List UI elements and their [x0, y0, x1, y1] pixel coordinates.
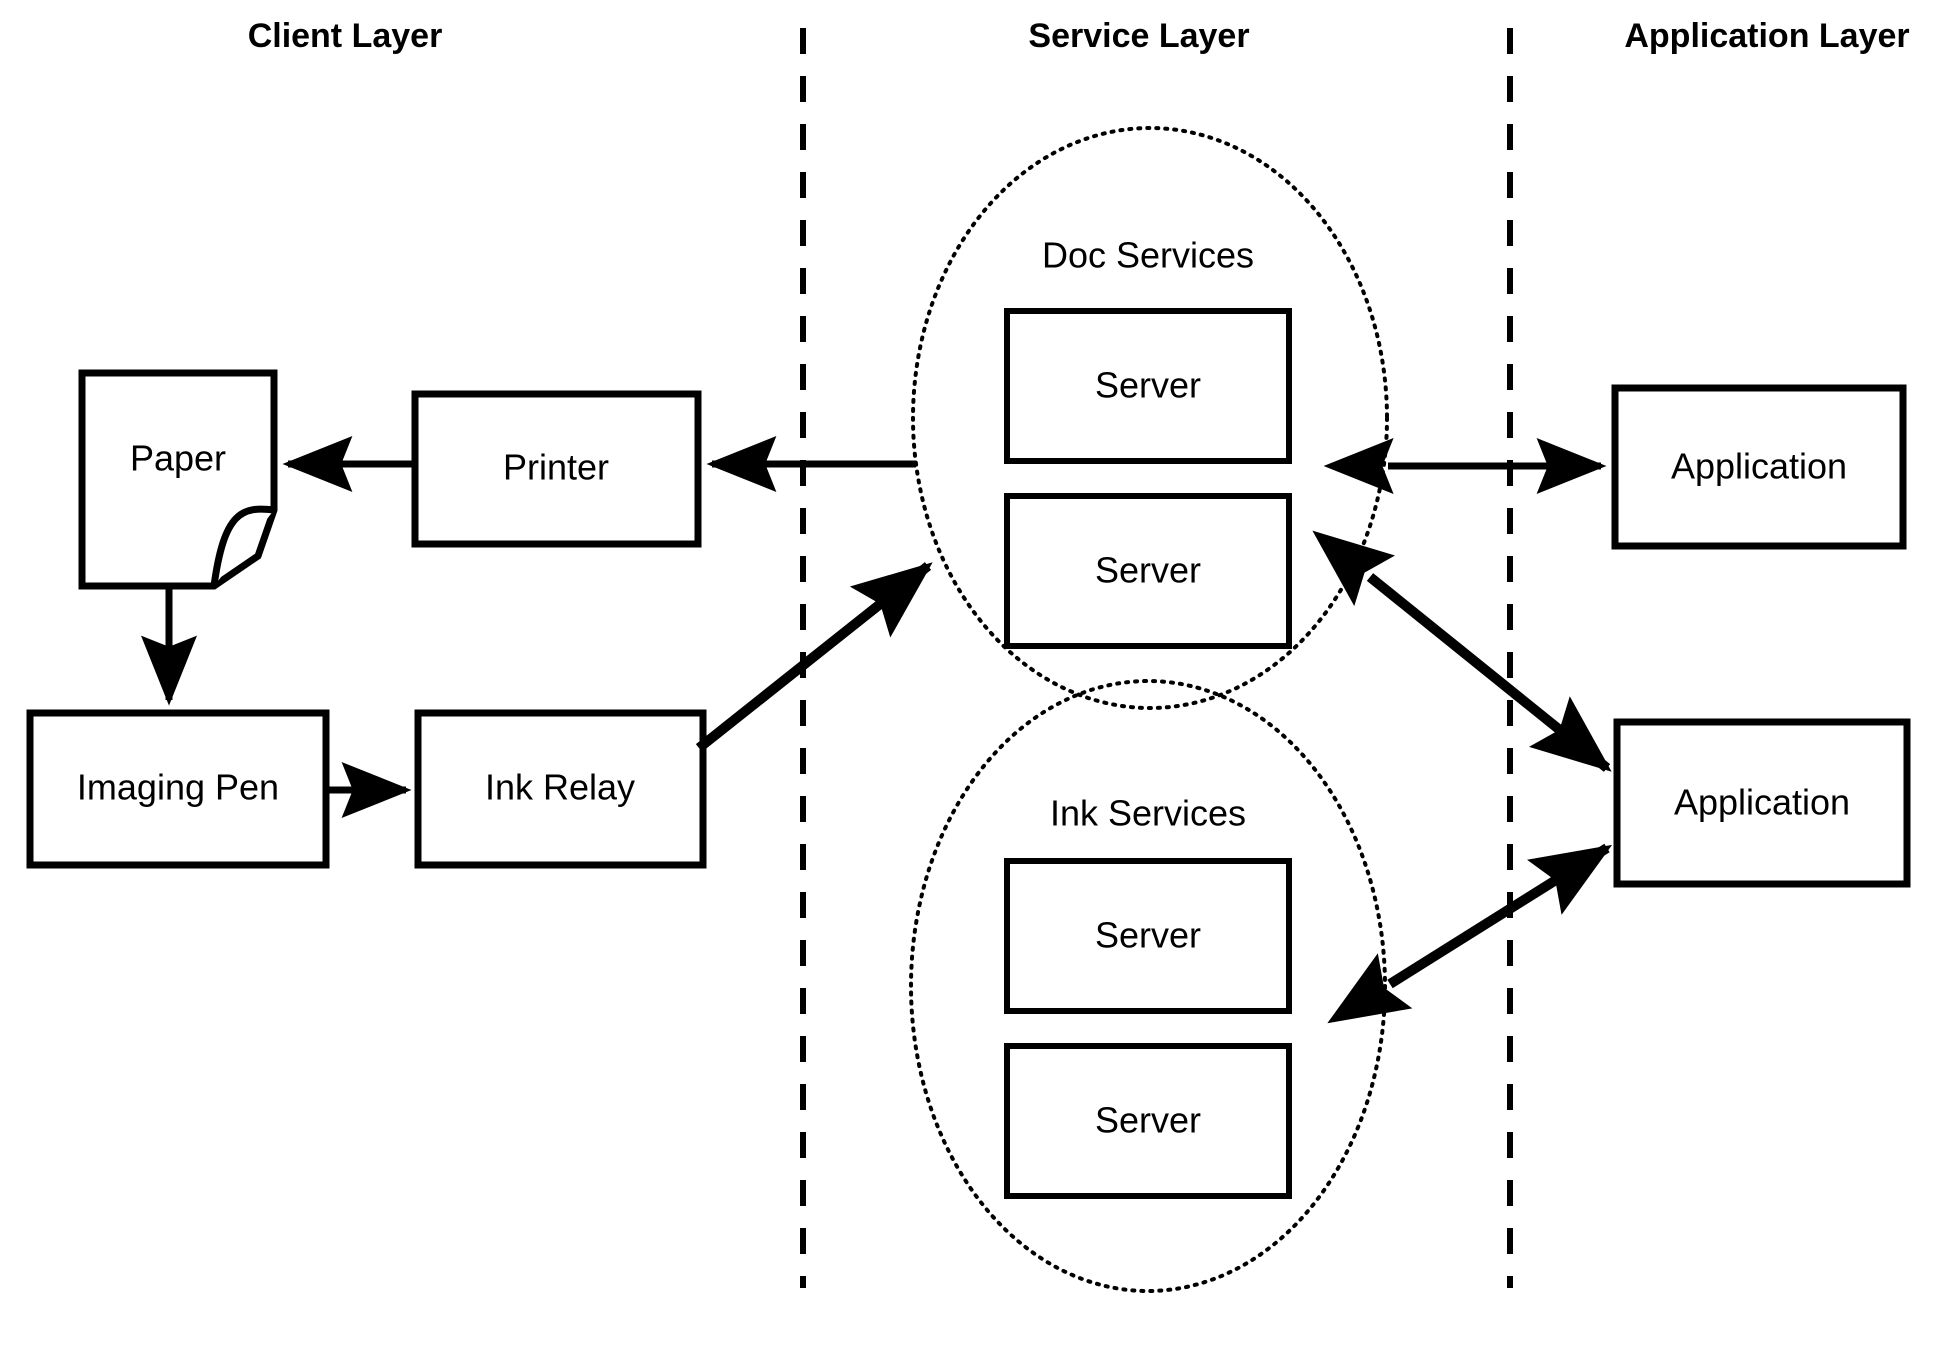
- node-label-application-bottom: Application: [1674, 782, 1850, 823]
- connector-docservices-to-application-bottom[interactable]: [1312, 530, 1612, 772]
- connector-inkservices-to-application-bottom[interactable]: [1327, 843, 1613, 1024]
- diagram-canvas: Client Layer Service Layer Application L…: [26, 17, 1911, 1293]
- node-label-paper: Paper: [130, 438, 226, 479]
- group-label-doc-services: Doc Services: [1042, 235, 1254, 276]
- node-application-bottom[interactable]: Application: [1613, 718, 1911, 888]
- paper-body: [78, 369, 278, 590]
- node-ink-relay[interactable]: Ink Relay: [414, 709, 707, 869]
- group-ink-services[interactable]: Ink Services Server Server: [909, 679, 1387, 1293]
- ink-server-2-label: Server: [1095, 1100, 1201, 1141]
- doc-server-1-label: Server: [1095, 365, 1201, 406]
- node-label-ink-relay: Ink Relay: [485, 767, 635, 808]
- node-application-top[interactable]: Application: [1611, 384, 1907, 550]
- group-label-ink-services: Ink Services: [1050, 793, 1246, 834]
- node-label-application-top: Application: [1671, 446, 1847, 487]
- group-doc-services[interactable]: Doc Services Server Server: [911, 126, 1389, 710]
- layer-title-application: Application Layer: [1624, 17, 1909, 55]
- architecture-diagram: Client Layer Service Layer Application L…: [0, 0, 1944, 1356]
- node-label-printer: Printer: [503, 447, 609, 488]
- doc-server-1[interactable]: Server: [1004, 308, 1292, 464]
- node-printer[interactable]: Printer: [411, 390, 702, 548]
- node-paper[interactable]: Paper: [78, 369, 278, 590]
- connector-ink-relay-to-docservices[interactable]: [695, 562, 933, 752]
- doc-server-2-label: Server: [1095, 550, 1201, 591]
- layer-title-service: Service Layer: [1028, 17, 1249, 55]
- ink-server-2[interactable]: Server: [1004, 1043, 1292, 1199]
- doc-server-2[interactable]: Server: [1004, 493, 1292, 649]
- node-imaging-pen[interactable]: Imaging Pen: [26, 709, 330, 869]
- layer-title-client: Client Layer: [248, 17, 443, 55]
- node-label-imaging-pen: Imaging Pen: [77, 767, 279, 808]
- ink-server-1-label: Server: [1095, 915, 1201, 956]
- ink-server-1[interactable]: Server: [1004, 858, 1292, 1014]
